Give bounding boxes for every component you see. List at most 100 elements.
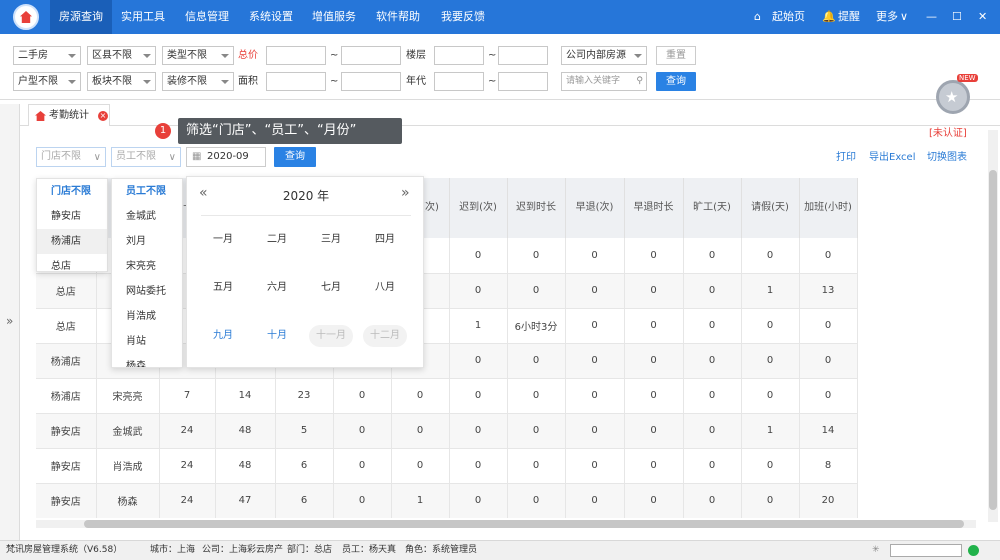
dropdown-option[interactable]: 宋亮亮 xyxy=(112,254,182,279)
table-cell: 0 xyxy=(507,448,566,484)
menu-info-management[interactable]: 信息管理 xyxy=(174,0,240,34)
export-excel-link[interactable]: 导出Excel xyxy=(869,148,916,168)
month-cell[interactable]: 二月 xyxy=(255,229,299,251)
scroll-thumb[interactable] xyxy=(989,170,997,510)
close-button[interactable]: ✕ xyxy=(978,0,987,34)
staff-filter-select[interactable]: 员工不限 ∨ xyxy=(111,147,181,167)
home-icon[interactable]: ⌂ xyxy=(754,0,761,34)
dropdown-option[interactable]: 总店 xyxy=(37,254,107,271)
table-cell: 0 xyxy=(507,378,566,414)
menu-tools[interactable]: 实用工具 xyxy=(112,0,174,34)
column-header[interactable]: 迟到(次) xyxy=(449,178,508,238)
scroll-thumb[interactable] xyxy=(84,520,964,528)
month-cell[interactable]: 九月 xyxy=(201,325,245,347)
column-header[interactable]: 请假(天) xyxy=(741,178,800,238)
menu-system-settings[interactable]: 系统设置 xyxy=(240,0,302,34)
dropdown-option[interactable]: 刘月 xyxy=(112,229,182,254)
horizontal-scrollbar[interactable] xyxy=(36,520,976,528)
remind-link[interactable]: 提醒 xyxy=(838,0,860,34)
category-select[interactable]: 类型不限 xyxy=(162,46,234,65)
keyword-input[interactable]: 请输入关键字 ⚲ xyxy=(561,72,647,91)
tab-close-icon[interactable]: × xyxy=(98,111,108,121)
area-min-input[interactable] xyxy=(266,72,326,91)
table-cell: 0 xyxy=(683,238,742,274)
table-row[interactable]: 静安店 肖浩成 24 48 6 0 0 0 0 0 0 0 0 8 xyxy=(36,448,858,484)
tab-attendance[interactable]: 考勤统计 × xyxy=(28,104,110,126)
dropdown-option[interactable]: 杨森 xyxy=(112,354,182,367)
month-cell[interactable]: 五月 xyxy=(201,277,245,299)
next-year-icon[interactable]: » xyxy=(401,185,410,201)
floor-min-input[interactable] xyxy=(434,46,484,65)
query-button[interactable]: 查询 xyxy=(274,147,316,167)
table-row[interactable]: 静安店 金城武 24 48 5 0 0 0 0 0 0 0 1 14 xyxy=(36,413,858,449)
property-type-select[interactable]: 二手房 xyxy=(13,46,81,65)
dropdown-option[interactable]: 网站委托 xyxy=(112,279,182,304)
table-cell: 0 xyxy=(565,413,625,449)
more-link[interactable]: 更多 xyxy=(876,0,898,34)
reset-button[interactable]: 重置 xyxy=(656,46,696,65)
maximize-button[interactable]: ☐ xyxy=(952,0,962,34)
month-cell[interactable]: 十月 xyxy=(255,325,299,347)
table-cell: 0 xyxy=(333,378,392,414)
floor-max-input[interactable] xyxy=(498,46,548,65)
menu-property-search[interactable]: 房源查询 xyxy=(50,0,112,34)
month-cell[interactable]: 六月 xyxy=(255,277,299,299)
month-cell[interactable]: 三月 xyxy=(309,229,353,251)
menu-help[interactable]: 软件帮助 xyxy=(366,0,430,34)
dropdown-option[interactable]: 杨浦店 xyxy=(37,229,107,254)
menu-feedback[interactable]: 我要反馈 xyxy=(430,0,496,34)
minimize-button[interactable]: — xyxy=(926,0,937,34)
table-cell: 0 xyxy=(624,413,684,449)
column-header[interactable]: 加班(小时) xyxy=(799,178,858,238)
dropdown-option[interactable]: 肖站 xyxy=(112,329,182,354)
source-select[interactable]: 公司内部房源 xyxy=(561,46,647,65)
district-select[interactable]: 区县不限 xyxy=(87,46,156,65)
home-link[interactable]: 起始页 xyxy=(772,0,805,34)
area-max-input[interactable] xyxy=(341,72,401,91)
table-cell: 0 xyxy=(391,448,450,484)
vertical-scrollbar[interactable] xyxy=(988,130,998,522)
layout-select[interactable]: 户型不限 xyxy=(13,72,81,91)
bell-icon[interactable]: 🔔 xyxy=(822,0,836,34)
month-cell[interactable]: 四月 xyxy=(363,229,407,251)
filter-search-button[interactable]: 查询 xyxy=(656,72,696,91)
column-header[interactable]: 早退(次) xyxy=(565,178,625,238)
store-filter-select[interactable]: 门店不限 ∨ xyxy=(36,147,106,167)
switch-chart-link[interactable]: 切换图表 xyxy=(927,148,967,168)
decor-select[interactable]: 装修不限 xyxy=(162,72,234,91)
table-cell: 0 xyxy=(565,238,625,274)
dropdown-option[interactable]: 员工不限 xyxy=(112,179,182,204)
table-cell: 48 xyxy=(215,413,276,449)
year-max-input[interactable] xyxy=(498,72,548,91)
table-cell: 0 xyxy=(683,413,742,449)
month-picker[interactable]: ▦ 2020-09 xyxy=(186,147,266,167)
price-max-input[interactable] xyxy=(341,46,401,65)
table-cell: 1 xyxy=(391,483,450,518)
menu-value-added[interactable]: 增值服务 xyxy=(302,0,366,34)
column-header[interactable]: 旷工(天) xyxy=(683,178,742,238)
year-min-input[interactable] xyxy=(434,72,484,91)
dropdown-option[interactable]: 静安店 xyxy=(37,204,107,229)
expand-icon: » xyxy=(6,314,14,328)
dropdown-option[interactable]: 金城武 xyxy=(112,204,182,229)
chevron-down-icon[interactable]: ∨ xyxy=(900,0,908,34)
area-tilde: ~ xyxy=(330,76,339,87)
price-min-input[interactable] xyxy=(266,46,326,65)
print-link[interactable]: 打印 xyxy=(836,148,856,168)
table-row[interactable]: 杨浦店 宋亮亮 7 14 23 0 0 0 0 0 0 0 0 0 xyxy=(36,378,858,414)
sidebar-collapse[interactable]: » xyxy=(0,104,20,540)
table-cell: 0 xyxy=(799,238,858,274)
dropdown-option[interactable]: 肖浩成 xyxy=(112,304,182,329)
table-cell: 1 xyxy=(741,273,800,309)
column-header[interactable]: 早退时长 xyxy=(624,178,684,238)
dropdown-option[interactable]: 门店不限 xyxy=(37,179,107,204)
month-cell[interactable]: 七月 xyxy=(309,277,353,299)
floor-tilde: ~ xyxy=(488,50,497,61)
column-header[interactable]: 迟到时长 xyxy=(507,178,566,238)
month-cell[interactable]: 八月 xyxy=(363,277,407,299)
status-input[interactable] xyxy=(890,544,962,557)
month-cell: 十一月 xyxy=(309,325,353,347)
block-select[interactable]: 板块不限 xyxy=(87,72,156,91)
table-row[interactable]: 静安店 杨森 24 47 6 0 1 0 0 0 0 0 0 20 xyxy=(36,483,858,518)
month-cell[interactable]: 一月 xyxy=(201,229,245,251)
